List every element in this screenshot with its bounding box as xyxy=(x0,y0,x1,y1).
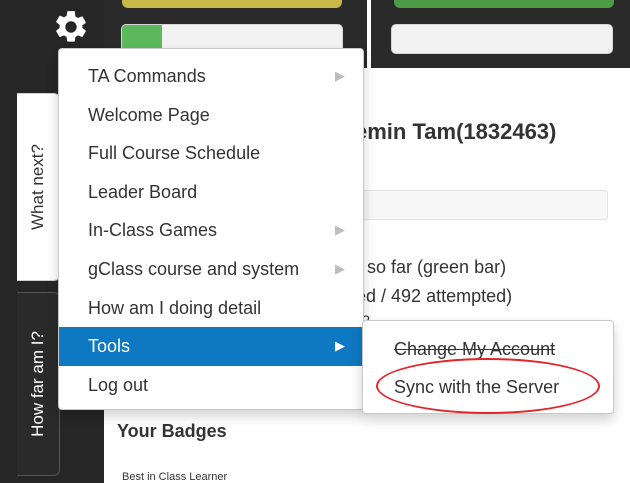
progress-text-line-1: ed so far (green bar) xyxy=(342,257,507,277)
menu-item-full-course-schedule[interactable]: Full Course Schedule xyxy=(59,134,363,173)
menu-item-label: Welcome Page xyxy=(88,104,210,125)
submenu-item-change-my-account[interactable]: Change My Account xyxy=(363,330,613,368)
tab-how-far-label: How far am I? xyxy=(28,331,47,437)
submenu-item-label: Sync with the Server xyxy=(394,377,560,397)
student-name: emin Tam(1832463) xyxy=(355,119,557,144)
tab-what-next-label: What next? xyxy=(28,144,47,230)
gear-icon[interactable] xyxy=(52,8,90,46)
submenu-item-label: Change My Account xyxy=(394,339,556,359)
badges-heading: Your Badges xyxy=(117,421,227,441)
settings-dropdown-menu: TA Commands ▶ Welcome Page Full Course S… xyxy=(58,48,364,410)
chevron-right-icon: ▶ xyxy=(335,260,345,276)
menu-item-welcome-page[interactable]: Welcome Page xyxy=(59,96,363,135)
menu-item-label: Full Course Schedule xyxy=(88,143,261,164)
tab-what-next[interactable]: What next? xyxy=(17,93,60,281)
top-stripe-yellow xyxy=(122,0,342,8)
topbar-divider xyxy=(367,0,371,68)
menu-item-gclass-course-and-system[interactable]: gClass course and system ▶ xyxy=(59,250,363,289)
badge-label: Best in Class Learner xyxy=(122,471,228,483)
progress-text-line-2: ined / 492 attempted) xyxy=(342,286,513,306)
menu-item-label: gClass course and system xyxy=(88,258,300,279)
menu-item-label: In-Class Games xyxy=(88,220,218,241)
menu-item-label: How am I doing detail xyxy=(88,297,262,318)
menu-item-label: TA Commands xyxy=(88,66,206,86)
chevron-right-icon: ▶ xyxy=(335,222,345,238)
progress-bar-right xyxy=(391,24,613,54)
menu-item-tools[interactable]: Tools ▶ xyxy=(59,327,363,366)
menu-item-label: Log out xyxy=(88,374,149,395)
tools-submenu: Change My Account Sync with the Server xyxy=(362,320,614,414)
menu-item-label: Leader Board xyxy=(88,181,198,202)
menu-item-label: Tools xyxy=(88,336,131,357)
top-stripe-green xyxy=(394,0,614,8)
menu-item-how-am-i-doing-detail[interactable]: How am I doing detail xyxy=(59,289,363,328)
chevron-right-icon: ▶ xyxy=(335,68,345,83)
submenu-item-sync-with-the-server[interactable]: Sync with the Server xyxy=(363,368,613,406)
menu-item-in-class-games[interactable]: In-Class Games ▶ xyxy=(59,211,363,250)
menu-item-ta-commands[interactable]: TA Commands ▶ xyxy=(59,57,363,96)
menu-item-leader-board[interactable]: Leader Board xyxy=(59,173,363,212)
tab-how-far-am-i[interactable]: How far am I? xyxy=(17,292,60,476)
chevron-right-icon: ▶ xyxy=(335,338,345,354)
menu-item-log-out[interactable]: Log out xyxy=(59,366,363,405)
